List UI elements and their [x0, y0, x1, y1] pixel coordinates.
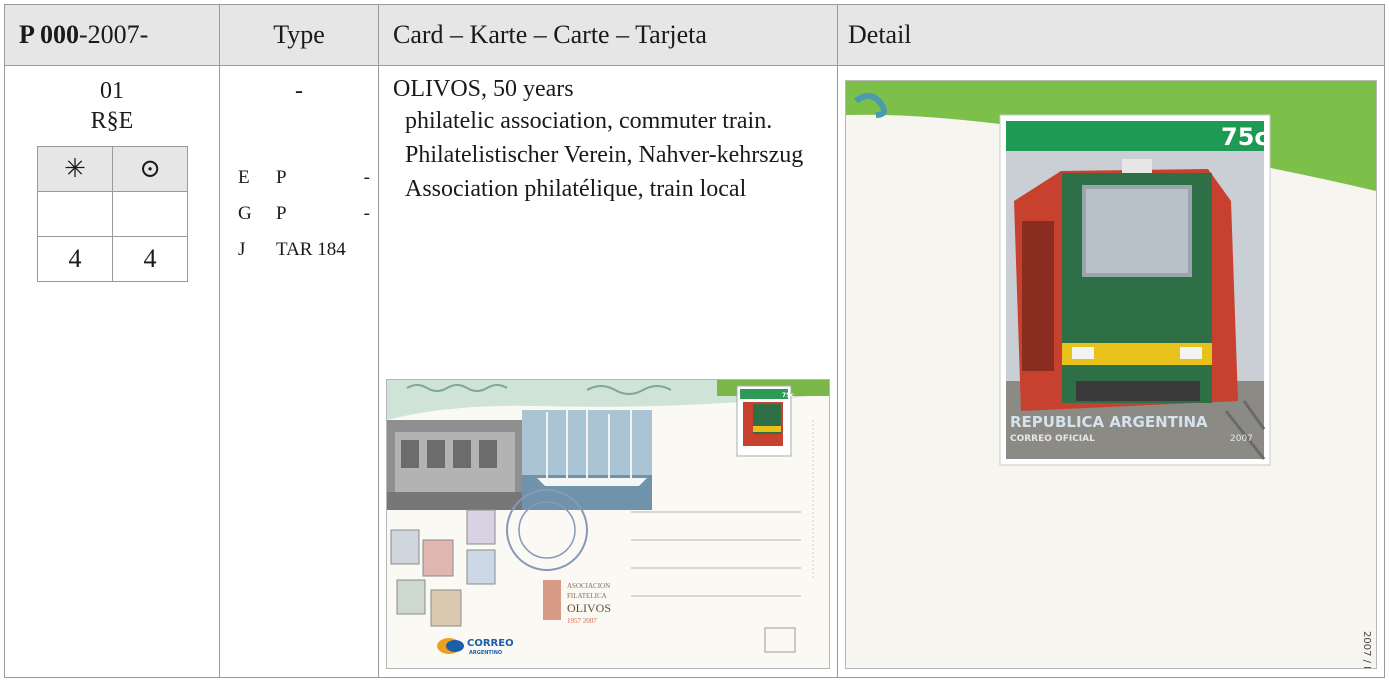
header-card: Card – Karte – Carte – Tarjeta — [379, 5, 838, 65]
entry-row: 01 R§E ✳ ⊙ 4 4 - E P - G P - J TAR 184 O… — [5, 66, 1384, 677]
detail-country: REPUBLICA ARGENTINA — [1010, 413, 1208, 431]
postcard-illustration: 75c ASOCIACION FILATELICA OLIVOS 1957 20… — [387, 380, 829, 668]
code-row: J TAR 184 — [238, 232, 370, 268]
card-org-line-2: FILATELICA — [567, 592, 607, 600]
code-list: E P - G P - J TAR 184 — [238, 160, 370, 268]
code-key: G — [238, 203, 252, 224]
header-row: P 000-2007- Type Card – Karte – Carte – … — [5, 5, 1384, 66]
header-type: Type — [220, 5, 379, 65]
card-image: 75c ASOCIACION FILATELICA OLIVOS 1957 20… — [386, 379, 830, 669]
card-title: OLIVOS, 50 years — [393, 76, 574, 102]
price-cell — [112, 191, 188, 237]
mint-symbol: ✳ — [37, 146, 113, 192]
card-cell: OLIVOS, 50 years philatelic association,… — [379, 66, 838, 677]
detail-image: 75c REPUBLICA ARGENTINA CORREO OFICIAL 2… — [845, 80, 1377, 669]
card-years: 1957 2007 — [567, 617, 597, 625]
type-cell: - E P - G P - J TAR 184 — [220, 66, 379, 677]
code-row: G P - — [238, 196, 370, 232]
card-org-line-3: OLIVOS — [567, 601, 611, 615]
description-french: Association philatélique, train local — [405, 176, 747, 202]
detail-year: 2007 — [1230, 434, 1253, 444]
detail-stamp-value: 75c — [1221, 123, 1269, 151]
catalog-table: P 000-2007- Type Card – Karte – Carte – … — [4, 4, 1385, 678]
detail-edge-text: 2007 / LI — [1361, 631, 1372, 668]
card-description: OLIVOS, 50 years philatelic association,… — [379, 66, 837, 204]
detail-sub: CORREO OFICIAL — [1010, 434, 1095, 444]
detail-cell: 75c REPUBLICA ARGENTINA CORREO OFICIAL 2… — [838, 66, 1384, 677]
header-catalog-number: P 000-2007- — [5, 5, 220, 65]
mint-price: 4 — [37, 236, 113, 282]
card-stamp-value: 75c — [782, 392, 794, 399]
type-value: - — [295, 78, 303, 104]
card-logo-sub: ARGENTINO — [469, 650, 502, 656]
price-table-symbol-row: ✳ ⊙ — [37, 146, 188, 192]
entry-number: 01 — [100, 78, 124, 104]
number-cell: 01 R§E ✳ ⊙ 4 4 — [5, 66, 220, 677]
code-key: E — [238, 167, 250, 188]
description-german: Philatelistischer Verein, Nahver-kehrszu… — [405, 142, 804, 168]
code-row: E P - — [238, 160, 370, 196]
code-dash: - — [363, 203, 370, 224]
price-table-row — [37, 191, 188, 237]
code-dash: - — [363, 167, 370, 188]
code-value: P — [276, 203, 287, 224]
card-org-line-1: ASOCIACION — [567, 582, 610, 590]
price-table-row: 4 4 — [37, 236, 188, 282]
used-price: 4 — [112, 236, 188, 282]
card-logo: CORREO — [467, 638, 514, 649]
code-key: J — [238, 239, 246, 260]
price-cell — [37, 191, 113, 237]
header-catalog-prefix: P 000 — [19, 20, 79, 49]
stamp-detail-illustration: 75c REPUBLICA ARGENTINA CORREO OFICIAL 2… — [846, 81, 1376, 668]
entry-rse: R§E — [90, 108, 134, 134]
header-detail: Detail — [848, 20, 912, 49]
header-catalog-year: -2007- — [78, 20, 149, 49]
description-english: philatelic association, commuter train. — [405, 108, 773, 134]
code-value: TAR 184 — [276, 239, 346, 260]
price-table: ✳ ⊙ 4 4 — [37, 146, 188, 282]
code-value: P — [276, 167, 287, 188]
used-symbol: ⊙ — [112, 146, 188, 192]
